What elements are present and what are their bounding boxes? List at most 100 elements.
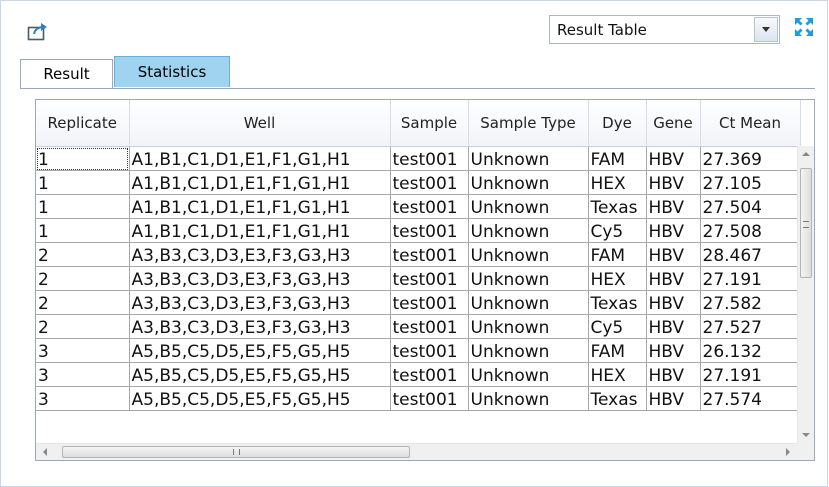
table-row[interactable]: 2 A3,B3,C3,D3,E3,F3,G3,H3 test001 Unknown HE… — [36, 266, 801, 291]
table-cell[interactable]: Texas — [588, 386, 647, 411]
table-row[interactable]: 3 A5,B5,C5,D5,E5,F5,G5,H5 test001 Unknown FA… — [36, 338, 801, 363]
table-cell[interactable]: 3 — [36, 362, 130, 387]
table-row[interactable]: 2 A3,B3,C3,D3,E3,F3,G3,H3 test001 Unknown Te… — [36, 290, 801, 315]
column-header[interactable]: Gene — [646, 100, 701, 147]
table-cell[interactable]: 1 — [36, 146, 130, 171]
table-cell[interactable]: 28.467 — [700, 242, 801, 267]
table-cell[interactable]: test001 — [390, 362, 469, 387]
table-cell[interactable]: 27.508 — [700, 218, 801, 243]
table-cell[interactable]: FAM — [588, 242, 647, 267]
tab-statistics[interactable]: Statistics — [114, 56, 230, 87]
table-cell[interactable]: 27.191 — [700, 362, 801, 387]
table-cell[interactable]: HBV — [646, 218, 701, 243]
table-cell[interactable]: HBV — [646, 290, 701, 315]
tab-result[interactable]: Result — [20, 59, 113, 88]
table-cell[interactable]: Unknown — [468, 362, 589, 387]
table-cell[interactable]: HEX — [588, 362, 647, 387]
table-cell[interactable]: HBV — [646, 146, 701, 171]
table-cell[interactable]: test001 — [390, 170, 469, 195]
table-cell[interactable]: A3,B3,C3,D3,E3,F3,G3,H3 — [129, 290, 391, 315]
table-row[interactable]: 1 A1,B1,C1,D1,E1,F1,G1,H1 test001 Unknown FA… — [36, 146, 801, 171]
table-cell[interactable]: 3 — [36, 338, 130, 363]
table-cell[interactable]: Unknown — [468, 170, 589, 195]
view-select[interactable]: Result Table — [549, 15, 780, 44]
table-cell[interactable]: 1 — [36, 194, 130, 219]
table-cell[interactable]: Unknown — [468, 218, 589, 243]
table-cell[interactable]: HBV — [646, 194, 701, 219]
table-cell[interactable]: 27.582 — [700, 290, 801, 315]
table-cell[interactable]: Texas — [588, 290, 647, 315]
chevron-down-icon[interactable] — [754, 17, 778, 42]
table-cell[interactable]: A5,B5,C5,D5,E5,F5,G5,H5 — [129, 338, 391, 363]
table-cell[interactable]: 26.132 — [700, 338, 801, 363]
table-cell[interactable]: HBV — [646, 170, 701, 195]
table-cell[interactable]: Cy5 — [588, 314, 647, 339]
table-cell[interactable]: test001 — [390, 218, 469, 243]
table-cell[interactable]: HBV — [646, 338, 701, 363]
table-cell[interactable]: 3 — [36, 386, 130, 411]
table-cell[interactable]: FAM — [588, 146, 647, 171]
statistics-table[interactable]: Replicate Well Sample Sample Type Dye Ge… — [35, 99, 815, 461]
column-header[interactable]: Ct Mean — [700, 100, 801, 147]
table-cell[interactable]: HBV — [646, 386, 701, 411]
column-header[interactable]: Sample — [390, 100, 469, 147]
table-cell[interactable]: A3,B3,C3,D3,E3,F3,G3,H3 — [129, 242, 391, 267]
table-cell[interactable]: Unknown — [468, 290, 589, 315]
table-row[interactable]: 2 A3,B3,C3,D3,E3,F3,G3,H3 test001 Unknown FA… — [36, 242, 801, 267]
vertical-scrollbar[interactable] — [797, 146, 814, 443]
horizontal-scrollbar[interactable] — [36, 443, 797, 460]
table-cell[interactable]: Unknown — [468, 266, 589, 291]
table-cell[interactable]: test001 — [390, 314, 469, 339]
table-cell[interactable]: Unknown — [468, 242, 589, 267]
table-cell[interactable]: 2 — [36, 290, 130, 315]
table-cell[interactable]: Unknown — [468, 338, 589, 363]
table-cell[interactable]: Unknown — [468, 146, 589, 171]
table-row[interactable]: 1 A1,B1,C1,D1,E1,F1,G1,H1 test001 Unknown Cy… — [36, 218, 801, 243]
table-cell[interactable]: test001 — [390, 338, 469, 363]
expand-icon[interactable] — [794, 17, 814, 37]
table-row[interactable]: 3 A5,B5,C5,D5,E5,F5,G5,H5 test001 Unknown HE… — [36, 362, 801, 387]
table-cell[interactable]: Unknown — [468, 314, 589, 339]
table-cell[interactable]: A1,B1,C1,D1,E1,F1,G1,H1 — [129, 218, 391, 243]
scroll-right-icon[interactable] — [786, 448, 790, 456]
table-cell[interactable]: Unknown — [468, 194, 589, 219]
horizontal-scroll-thumb[interactable] — [62, 446, 410, 458]
scroll-left-icon[interactable] — [43, 448, 47, 456]
table-cell[interactable]: Cy5 — [588, 218, 647, 243]
table-cell[interactable]: HBV — [646, 266, 701, 291]
column-header[interactable]: Replicate — [36, 100, 130, 147]
table-cell[interactable]: test001 — [390, 194, 469, 219]
column-header[interactable]: Sample Type — [468, 100, 589, 147]
table-cell[interactable]: 2 — [36, 242, 130, 267]
table-cell[interactable]: 1 — [36, 218, 130, 243]
table-cell[interactable]: A5,B5,C5,D5,E5,F5,G5,H5 — [129, 386, 391, 411]
table-cell[interactable]: A1,B1,C1,D1,E1,F1,G1,H1 — [129, 170, 391, 195]
scroll-up-icon[interactable] — [802, 152, 810, 156]
column-header[interactable]: Well — [129, 100, 391, 147]
table-cell[interactable]: 27.574 — [700, 386, 801, 411]
table-cell[interactable]: 27.191 — [700, 266, 801, 291]
table-cell[interactable]: 27.504 — [700, 194, 801, 219]
table-cell[interactable]: 27.369 — [700, 146, 801, 171]
table-cell[interactable]: A5,B5,C5,D5,E5,F5,G5,H5 — [129, 362, 391, 387]
table-row[interactable]: 2 A3,B3,C3,D3,E3,F3,G3,H3 test001 Unknown Cy… — [36, 314, 801, 339]
table-cell[interactable]: HEX — [588, 266, 647, 291]
table-cell[interactable]: Texas — [588, 194, 647, 219]
table-cell[interactable]: A3,B3,C3,D3,E3,F3,G3,H3 — [129, 266, 391, 291]
table-cell[interactable]: test001 — [390, 386, 469, 411]
table-cell[interactable]: 1 — [36, 170, 130, 195]
table-cell[interactable]: test001 — [390, 266, 469, 291]
table-cell[interactable]: A3,B3,C3,D3,E3,F3,G3,H3 — [129, 314, 391, 339]
table-cell[interactable]: HBV — [646, 242, 701, 267]
table-cell[interactable]: A1,B1,C1,D1,E1,F1,G1,H1 — [129, 146, 391, 171]
table-cell[interactable]: test001 — [390, 242, 469, 267]
table-cell[interactable]: 27.527 — [700, 314, 801, 339]
table-cell[interactable]: 2 — [36, 314, 130, 339]
export-icon[interactable] — [27, 21, 51, 41]
column-header[interactable]: Dye — [588, 100, 647, 147]
table-cell[interactable]: A1,B1,C1,D1,E1,F1,G1,H1 — [129, 194, 391, 219]
table-cell[interactable]: Unknown — [468, 386, 589, 411]
table-row[interactable]: 1 A1,B1,C1,D1,E1,F1,G1,H1 test001 Unknown Te… — [36, 194, 801, 219]
scroll-down-icon[interactable] — [802, 433, 810, 437]
table-row[interactable]: 1 A1,B1,C1,D1,E1,F1,G1,H1 test001 Unknown HE… — [36, 170, 801, 195]
